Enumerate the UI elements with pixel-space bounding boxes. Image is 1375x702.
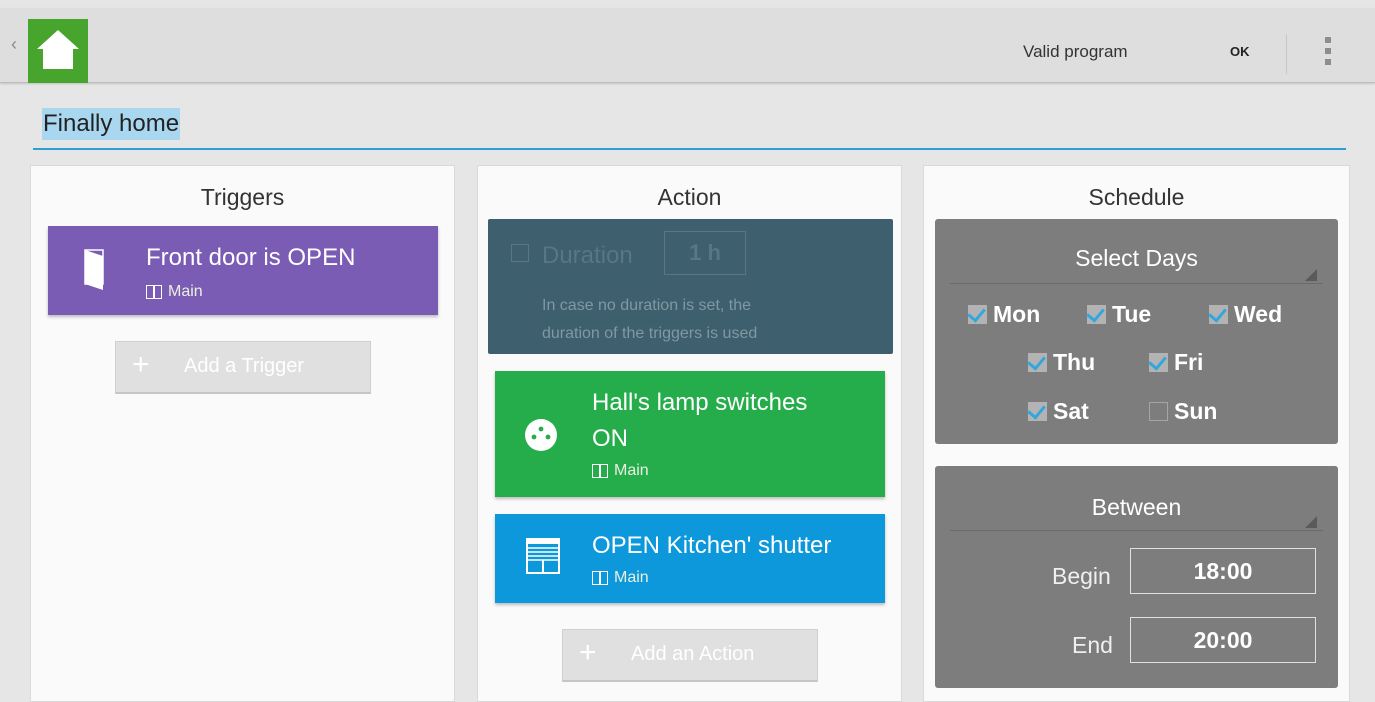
add-trigger-button[interactable]: + Add a Trigger: [115, 341, 371, 394]
between-box: Between Begin 18:00 End 20:00: [935, 466, 1338, 688]
triggers-panel: Triggers Front door is OPEN Main + Add a…: [30, 165, 455, 702]
plus-icon: +: [579, 636, 597, 669]
action-card-shutter[interactable]: OPEN Kitchen' shutter Main: [495, 514, 885, 603]
room-icon: [592, 571, 608, 585]
action-lamp-room: Main: [592, 462, 649, 480]
ok-button[interactable]: OK: [1230, 44, 1250, 59]
room-icon: [146, 285, 162, 299]
action-heading: Action: [657, 184, 722, 210]
day-sat[interactable]: Sat: [1028, 398, 1089, 425]
duration-checkbox[interactable]: [511, 244, 529, 262]
door-icon: [84, 249, 104, 290]
trigger-card[interactable]: Front door is OPEN Main: [48, 226, 438, 315]
action-shutter-title: OPEN Kitchen' shutter: [592, 532, 832, 559]
action-lamp-title: Hall's lamp switches: [592, 389, 808, 416]
duration-hint-2: duration of the triggers is used: [542, 325, 758, 342]
action-bar: ‹ Valid program OK: [0, 8, 1375, 83]
day-mon[interactable]: Mon: [968, 301, 1040, 328]
overflow-menu-icon[interactable]: [1325, 37, 1331, 71]
plus-icon: +: [132, 348, 150, 381]
checkbox-icon: [968, 305, 987, 324]
program-name-field[interactable]: Finally home: [33, 102, 1346, 150]
action-panel: Action Duration 1 h In case no duration …: [477, 165, 902, 702]
action-card-lamp[interactable]: Hall's lamp switches ON Main: [495, 371, 885, 497]
day-tue[interactable]: Tue: [1087, 301, 1151, 328]
checkbox-icon: [1028, 402, 1047, 421]
day-fri[interactable]: Fri: [1149, 349, 1203, 376]
day-wed[interactable]: Wed: [1209, 301, 1282, 328]
begin-time-input[interactable]: 18:00: [1130, 548, 1316, 594]
day-sun[interactable]: Sun: [1149, 398, 1217, 425]
plug-icon: [525, 419, 557, 451]
between-header[interactable]: Between: [950, 494, 1323, 531]
back-chevron-icon[interactable]: ‹: [11, 34, 19, 54]
select-days-header[interactable]: Select Days: [950, 245, 1323, 284]
room-icon: [592, 464, 608, 478]
trigger-room: Main: [146, 283, 203, 301]
begin-label: Begin: [1052, 563, 1111, 589]
duration-label: Duration: [542, 242, 633, 269]
checkbox-icon: [1149, 402, 1168, 421]
checkbox-icon: [1028, 353, 1047, 372]
trigger-title: Front door is OPEN: [146, 244, 356, 271]
duration-card: Duration 1 h In case no duration is set,…: [488, 219, 893, 354]
program-status: Valid program: [1023, 42, 1128, 61]
home-icon[interactable]: [28, 19, 88, 83]
duration-hint-1: In case no duration is set, the: [542, 297, 752, 314]
divider: [1286, 34, 1287, 74]
day-thu[interactable]: Thu: [1028, 349, 1095, 376]
duration-value-input[interactable]: 1 h: [664, 231, 746, 275]
triggers-heading: Triggers: [200, 184, 285, 210]
end-label: End: [1072, 632, 1113, 658]
checkbox-icon: [1149, 353, 1168, 372]
add-action-button[interactable]: + Add an Action: [562, 629, 818, 682]
schedule-heading: Schedule: [1088, 184, 1185, 210]
action-shutter-room: Main: [592, 569, 649, 587]
checkbox-icon: [1209, 305, 1228, 324]
select-days-box: Select Days Mon Tue Wed Thu Fri Sat Sun: [935, 219, 1338, 444]
dropdown-corner-icon: [1305, 516, 1317, 528]
shutter-icon: [526, 538, 560, 574]
end-time-input[interactable]: 20:00: [1130, 617, 1316, 663]
schedule-panel: Schedule Select Days Mon Tue Wed Thu Fri…: [923, 165, 1350, 702]
action-lamp-state: ON: [592, 425, 628, 452]
checkbox-icon: [1087, 305, 1106, 324]
dropdown-corner-icon: [1305, 269, 1317, 281]
program-name[interactable]: Finally home: [42, 108, 181, 140]
